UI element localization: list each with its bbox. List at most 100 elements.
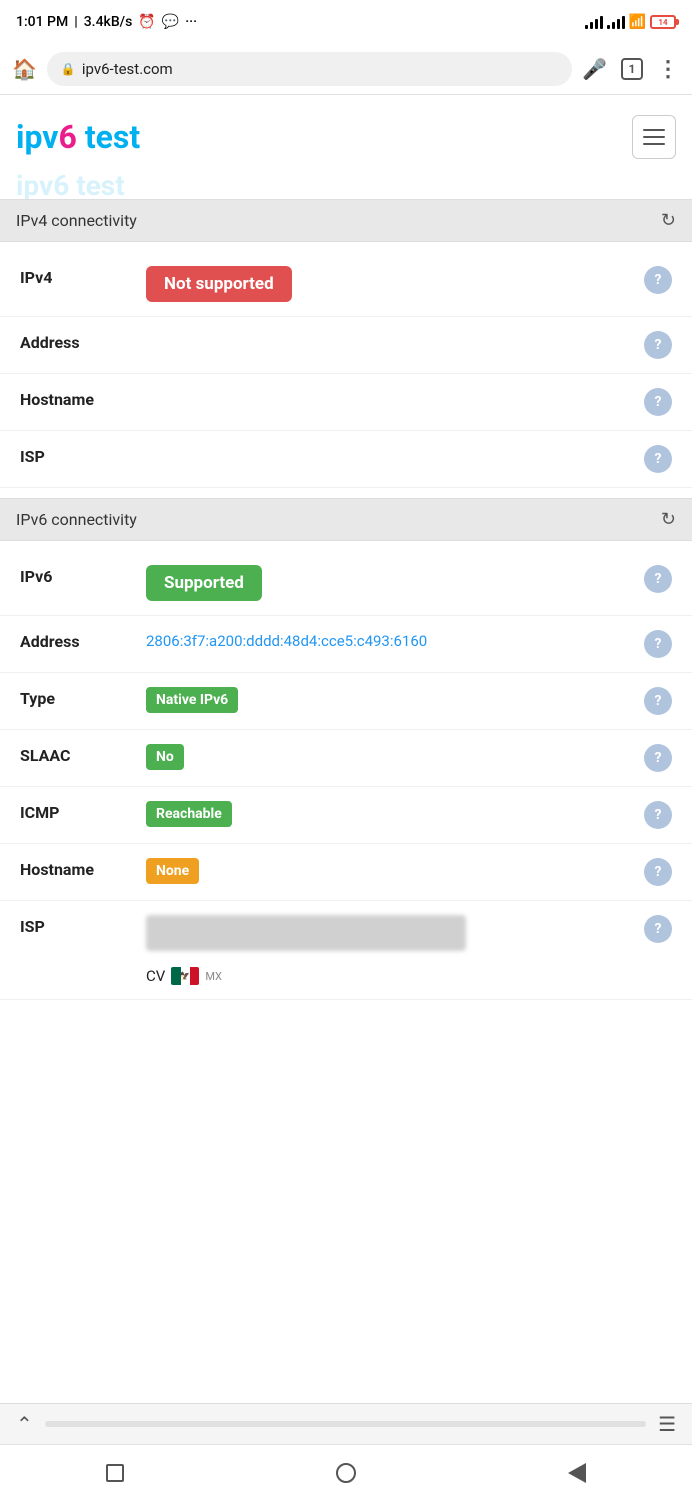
lock-icon: 🔒 bbox=[61, 62, 76, 76]
ipv6-address-label: Address bbox=[20, 630, 130, 651]
ipv6-isp-value: CV 🦅 MX bbox=[146, 915, 628, 985]
ipv4-table: IPv4 Not supported ? Address ? Hostname … bbox=[0, 242, 692, 498]
more-menu-icon[interactable]: ⋮ bbox=[657, 57, 680, 82]
ipv4-isp-row: ISP ? bbox=[0, 431, 692, 488]
nav-home-button[interactable] bbox=[326, 1453, 366, 1493]
ipv6-type-label: Type bbox=[20, 687, 130, 708]
ipv6-refresh-icon[interactable]: ↻ bbox=[661, 509, 676, 530]
android-nav-bar bbox=[0, 1444, 692, 1500]
ipv6-slaac-badge: No bbox=[146, 744, 184, 770]
network-speed: 3.4kB/s bbox=[84, 14, 133, 30]
flag-emblem: 🦅 bbox=[180, 972, 190, 981]
ipv4-hostname-label: Hostname bbox=[20, 388, 130, 409]
flag-white: 🦅 bbox=[181, 967, 190, 985]
bottom-toolbar: ⌃ ☰ bbox=[0, 1403, 692, 1444]
ipv4-hostname-help-icon[interactable]: ? bbox=[644, 388, 672, 416]
ipv4-badge: Not supported bbox=[146, 266, 292, 302]
menu-line-3 bbox=[643, 143, 665, 145]
ipv6-icmp-row: ICMP Reachable ? bbox=[0, 787, 692, 844]
browser-bar: 🏠 🔒 ipv6-test.com 🎤 1 ⋮ bbox=[0, 44, 692, 95]
browser-actions: 🎤 1 ⋮ bbox=[582, 57, 680, 82]
ipv6-address-help-icon[interactable]: ? bbox=[644, 630, 672, 658]
flag-green bbox=[171, 967, 180, 985]
ipv6-label: IPv6 bbox=[20, 565, 130, 586]
ipv6-help-icon[interactable]: ? bbox=[644, 565, 672, 593]
isp-blurred-bar bbox=[146, 915, 466, 951]
chevron-up-icon[interactable]: ⌃ bbox=[16, 1412, 33, 1436]
status-right: 📶 14 bbox=[585, 14, 676, 30]
ipv4-address-help-icon[interactable]: ? bbox=[644, 331, 672, 359]
isp-cv-text: CV bbox=[146, 967, 165, 985]
ipv6-type-row: Type Native IPv6 ? bbox=[0, 673, 692, 730]
ipv6-slaac-label: SLAAC bbox=[20, 744, 130, 765]
ipv6-section-title: IPv6 connectivity bbox=[16, 510, 137, 529]
nav-back-button[interactable] bbox=[557, 1453, 597, 1493]
address-bar[interactable]: 🔒 ipv6-test.com bbox=[47, 52, 572, 86]
ipv6-icmp-help-icon[interactable]: ? bbox=[644, 801, 672, 829]
ipv6-isp-label: ISP bbox=[20, 915, 130, 936]
ipv6-hostname-value: None bbox=[146, 858, 628, 884]
app-header: ipv6 test bbox=[0, 95, 692, 169]
ipv4-address-label: Address bbox=[20, 331, 130, 352]
ipv6-section-header: IPv6 connectivity ↻ bbox=[0, 498, 692, 541]
title-ipv: ipv bbox=[16, 118, 59, 156]
home-nav-icon bbox=[336, 1463, 356, 1483]
app-title: ipv6 test bbox=[16, 118, 140, 156]
flag-red bbox=[190, 967, 199, 985]
ipv4-isp-help-icon[interactable]: ? bbox=[644, 445, 672, 473]
home-icon[interactable]: 🏠 bbox=[12, 57, 37, 81]
ipv6-isp-help-icon[interactable]: ? bbox=[644, 915, 672, 943]
isp-country-code: MX bbox=[205, 970, 222, 983]
ipv6-type-value: Native IPv6 bbox=[146, 687, 628, 713]
ipv4-hostname-row: Hostname ? bbox=[0, 374, 692, 431]
wifi-icon: 📶 bbox=[629, 14, 646, 30]
status-bar: 1:01 PM | 3.4kB/s ⏰ 💬 ··· 📶 14 bbox=[0, 0, 692, 44]
alarm-icon: ⏰ bbox=[138, 14, 155, 30]
more-dots: ··· bbox=[185, 14, 197, 30]
menu-line-2 bbox=[643, 136, 665, 138]
ipv4-section-header: IPv4 connectivity ↻ bbox=[0, 199, 692, 242]
ipv4-section-title: IPv4 connectivity bbox=[16, 211, 137, 230]
url-text: ipv6-test.com bbox=[82, 60, 173, 78]
tab-count[interactable]: 1 bbox=[621, 58, 643, 80]
signal-bars-1 bbox=[585, 15, 603, 29]
ipv6-type-help-icon[interactable]: ? bbox=[644, 687, 672, 715]
ipv6-hostname-badge: None bbox=[146, 858, 199, 884]
microphone-icon[interactable]: 🎤 bbox=[582, 57, 607, 81]
ipv4-value: Not supported bbox=[146, 266, 628, 302]
ipv6-slaac-value: No bbox=[146, 744, 628, 770]
title-test: test bbox=[77, 118, 140, 156]
ipv6-hostname-help-icon[interactable]: ? bbox=[644, 858, 672, 886]
ipv4-address-row: Address ? bbox=[0, 317, 692, 374]
menu-button[interactable] bbox=[632, 115, 676, 159]
menu-line-1 bbox=[643, 129, 665, 131]
back-nav-icon bbox=[568, 1463, 586, 1483]
list-view-icon[interactable]: ☰ bbox=[658, 1412, 676, 1436]
ipv6-value: Supported bbox=[146, 565, 628, 601]
ipv6-hostname-label: Hostname bbox=[20, 858, 130, 879]
ipv6-address-value: 2806:3f7:a200:dddd:48d4:cce5:c493:6160 bbox=[146, 630, 628, 653]
ipv6-address-row: Address 2806:3f7:a200:dddd:48d4:cce5:c49… bbox=[0, 616, 692, 673]
progress-bar bbox=[45, 1421, 646, 1427]
ipv4-row: IPv4 Not supported ? bbox=[0, 252, 692, 317]
ipv6-slaac-row: SLAAC No ? bbox=[0, 730, 692, 787]
ipv6-icmp-badge: Reachable bbox=[146, 801, 232, 827]
battery-level: 14 bbox=[658, 18, 667, 27]
ipv6-type-badge: Native IPv6 bbox=[146, 687, 238, 713]
signal-bars-2 bbox=[607, 15, 625, 29]
ipv6-isp-row: ISP CV 🦅 MX ? bbox=[0, 901, 692, 1000]
ipv4-refresh-icon[interactable]: ↻ bbox=[661, 210, 676, 231]
time: 1:01 PM bbox=[16, 14, 68, 30]
ipv6-icmp-label: ICMP bbox=[20, 801, 130, 822]
ipv6-row: IPv6 Supported ? bbox=[0, 551, 692, 616]
ipv6-hostname-row: Hostname None ? bbox=[0, 844, 692, 901]
separator: | bbox=[74, 14, 77, 30]
title-6: 6 bbox=[59, 118, 77, 156]
watermark: ipv6 test bbox=[0, 169, 692, 199]
nav-recent-button[interactable] bbox=[95, 1453, 135, 1493]
whatsapp-icon: 💬 bbox=[162, 14, 179, 30]
ipv6-badge: Supported bbox=[146, 565, 262, 601]
ipv4-help-icon[interactable]: ? bbox=[644, 266, 672, 294]
ipv6-slaac-help-icon[interactable]: ? bbox=[644, 744, 672, 772]
ipv6-address-text[interactable]: 2806:3f7:a200:dddd:48d4:cce5:c493:6160 bbox=[146, 630, 427, 653]
